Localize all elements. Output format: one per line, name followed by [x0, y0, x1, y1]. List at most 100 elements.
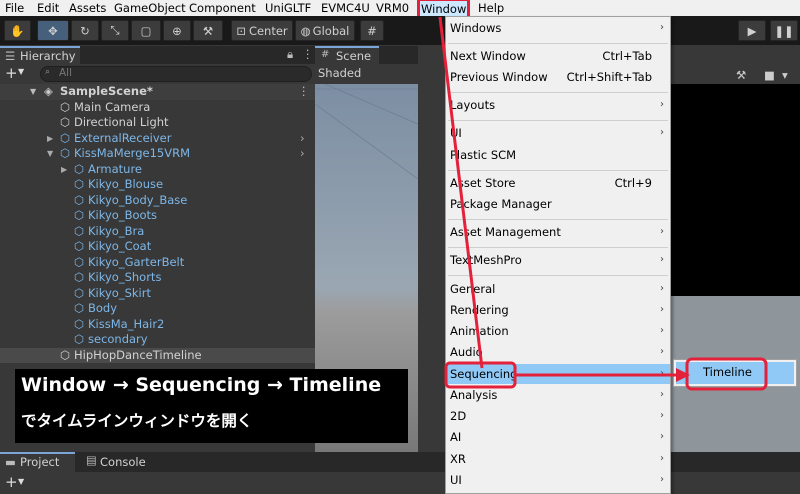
panel-menu-icon[interactable]: ⋮	[302, 47, 314, 61]
play-button[interactable]: ▶	[738, 20, 766, 41]
prefab-cube-icon: ⬡	[74, 254, 85, 269]
timeline-menu-item[interactable]: Timeline	[676, 362, 794, 384]
rect-tool-button[interactable]: ▢	[131, 20, 161, 41]
window-menu-item[interactable]: UI ›	[446, 470, 670, 490]
submenu-arrow-icon: ›	[660, 368, 664, 379]
window-menu-item[interactable]: Analysis ›	[446, 385, 670, 405]
window-menu-item[interactable]: 2D ›	[446, 406, 670, 426]
hierarchy-row[interactable]: ⬡ secondary	[0, 332, 315, 348]
pivot-center-button[interactable]: ⊡ Center	[231, 20, 293, 41]
window-menu-item[interactable]: XR ›	[446, 449, 670, 469]
chevron-down-icon[interactable]: ▼	[18, 477, 24, 486]
hand-tool-button[interactable]: ✋	[4, 20, 31, 41]
chevron-down-icon[interactable]: ▼	[18, 67, 24, 76]
hierarchy-item-label: Kikyo_Body_Base	[88, 192, 188, 207]
create-plus-icon[interactable]: +	[5, 64, 18, 82]
prefab-cube-icon: ⬡	[74, 239, 85, 253]
window-menu-item[interactable]: Animation ›	[446, 321, 670, 341]
submenu-arrow-icon: ›	[660, 474, 664, 485]
scene-menu-icon[interactable]: ⋮	[298, 84, 310, 100]
window-menu-item[interactable]: AI ›	[446, 427, 670, 447]
hierarchy-item-label: secondary	[88, 332, 148, 346]
menu-gameobject[interactable]: GameObject	[114, 0, 186, 16]
menu-separator	[448, 92, 668, 93]
menu-item-label: AI	[450, 430, 462, 444]
chevron-right-icon[interactable]: ›	[300, 146, 305, 162]
gameobject-cube-icon: ⬡	[60, 99, 71, 114]
menu-unigltf[interactable]: UniGLTF	[265, 0, 311, 16]
scene-toolbar: Shaded	[315, 64, 418, 84]
window-menu-item[interactable]: TextMeshPro ›	[446, 250, 670, 270]
window-menu-item[interactable]: Plastic SCM	[446, 145, 670, 165]
hierarchy-row[interactable]: ▼ ⬡ KissMaMerge15VRM ›	[0, 146, 315, 162]
hierarchy-row[interactable]: ⬡ Directional Light	[0, 115, 315, 131]
hierarchy-row[interactable]: ⬡ Kikyo_Bra	[0, 224, 315, 240]
collapse-arrow-icon[interactable]: ▼	[47, 146, 53, 162]
unity-scene-icon: ◈	[44, 84, 53, 98]
camera-icon[interactable]: ■	[764, 68, 775, 82]
tab-project[interactable]: ▬ Project	[0, 452, 75, 472]
dropdown-icon[interactable]: ▾	[782, 68, 788, 82]
menu-assets[interactable]: Assets	[69, 0, 106, 16]
menu-component[interactable]: Component	[189, 0, 256, 16]
tools-icon[interactable]: ⚒	[736, 68, 746, 82]
menu-help[interactable]: Help	[478, 0, 504, 16]
shading-mode-dropdown[interactable]: Shaded	[318, 66, 361, 80]
submenu-arrow-icon: ›	[660, 283, 664, 294]
chevron-right-icon[interactable]: ›	[300, 131, 305, 147]
transform-tool-button[interactable]: ⊕	[163, 20, 191, 41]
pivot-global-button[interactable]: ◍ Global	[295, 20, 355, 41]
rotate-tool-button[interactable]: ↻	[71, 20, 99, 41]
window-menu-item[interactable]: Sequencing ›	[446, 364, 670, 384]
hierarchy-row[interactable]: ⬡ Kikyo_Skirt	[0, 286, 315, 302]
scene-tab[interactable]: # Scene	[315, 46, 379, 64]
menu-separator	[448, 275, 668, 276]
window-menu-item[interactable]: UI ›	[446, 123, 670, 143]
window-menu-item[interactable]: General ›	[446, 279, 670, 299]
window-menu-item[interactable]: Rendering ›	[446, 300, 670, 320]
menu-item-label: Next Window	[450, 49, 526, 63]
scale-tool-button[interactable]: ⤡	[101, 20, 129, 41]
expand-arrow-icon[interactable]: ▶	[47, 131, 53, 147]
pause-button[interactable]: ❚❚	[770, 20, 798, 41]
create-plus-icon[interactable]: +	[5, 473, 18, 491]
hierarchy-row[interactable]: ⬡ Kikyo_Shorts	[0, 270, 315, 286]
hierarchy-row[interactable]: ⬡ Kikyo_Blouse	[0, 177, 315, 193]
hierarchy-row[interactable]: ▶ ⬡ Armature	[0, 162, 315, 178]
window-menu-item[interactable]: Next Window Ctrl+Tab	[446, 46, 670, 66]
hierarchy-row[interactable]: ⬡ Main Camera	[0, 100, 315, 116]
expand-arrow-icon[interactable]: ▶	[61, 162, 67, 178]
lock-icon[interactable]: 🔒︎	[287, 47, 293, 62]
scene-row[interactable]: ▼ ◈ SampleScene* ⋮	[0, 84, 315, 100]
window-menu-item[interactable]: Asset Store Ctrl+9	[446, 173, 670, 193]
submenu-arrow-icon: ›	[660, 346, 664, 357]
gameobject-cube-icon: ⬡	[60, 347, 71, 362]
custom-tool-button[interactable]: ⚒	[193, 20, 223, 41]
tab-console[interactable]: ▤ Console	[86, 452, 156, 472]
hierarchy-row[interactable]: ⬡ Kikyo_GarterBelt	[0, 255, 315, 271]
menu-file[interactable]: File	[5, 0, 24, 16]
window-menu-item[interactable]: Package Manager	[446, 194, 670, 214]
hierarchy-tab[interactable]: ☰ Hierarchy	[0, 46, 80, 64]
window-menu-item[interactable]: Audio ›	[446, 342, 670, 362]
hierarchy-row[interactable]: ⬡ HipHopDanceTimeline	[0, 347, 315, 363]
hierarchy-row[interactable]: ▶ ⬡ ExternalReceiver ›	[0, 131, 315, 147]
hierarchy-row[interactable]: ⬡ Kikyo_Boots	[0, 208, 315, 224]
hierarchy-row[interactable]: ⬡ Kikyo_Body_Base	[0, 193, 315, 209]
hierarchy-search-input[interactable]: ⌕ All	[40, 66, 312, 82]
tab-console-label: Console	[100, 455, 146, 469]
window-menu-item[interactable]: Windows ›	[446, 18, 670, 38]
menu-evmc4u[interactable]: EVMC4U	[321, 0, 370, 16]
window-menu-item[interactable]: Asset Management ›	[446, 222, 670, 242]
expand-arrow-icon[interactable]: ▼	[30, 84, 36, 100]
menu-item-label: TextMeshPro	[450, 253, 522, 267]
move-tool-button[interactable]: ✥	[37, 20, 69, 41]
grid-snap-button[interactable]: #	[360, 20, 384, 41]
hierarchy-row[interactable]: ⬡ KissMa_Hair2	[0, 317, 315, 333]
hierarchy-row[interactable]: ⬡ Kikyo_Coat	[0, 239, 315, 255]
window-menu-item[interactable]: Layouts ›	[446, 95, 670, 115]
window-menu-item[interactable]: Previous Window Ctrl+Shift+Tab	[446, 67, 670, 87]
menu-vrm0[interactable]: VRM0	[376, 0, 409, 16]
menu-edit[interactable]: Edit	[37, 0, 59, 16]
hierarchy-row[interactable]: ⬡ Body	[0, 301, 315, 317]
